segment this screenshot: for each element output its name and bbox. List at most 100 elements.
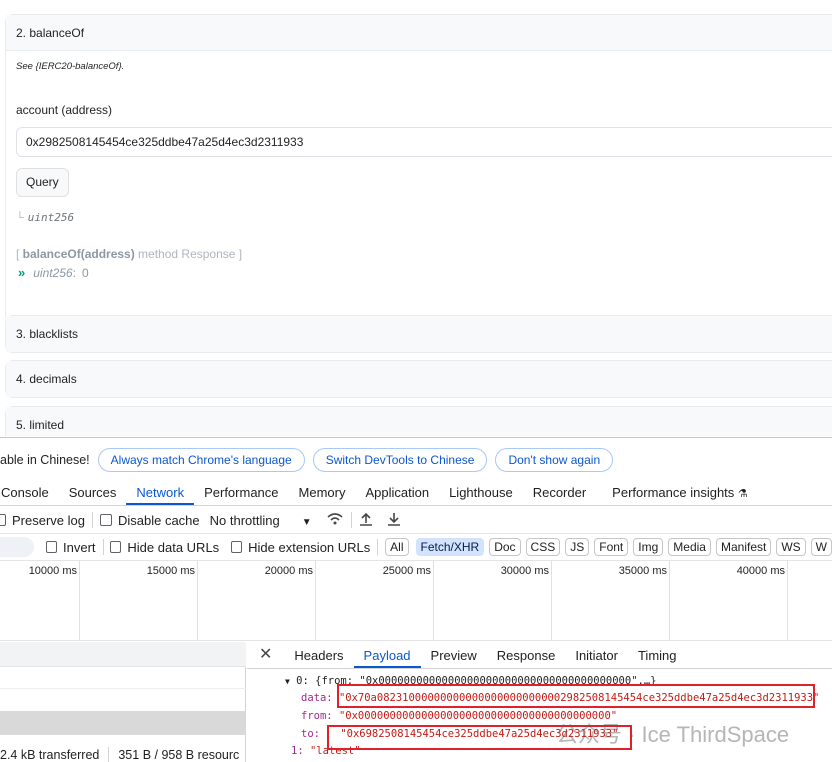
network-summary-bar: 2.4 kB transferred 351 B / 958 B resourc	[0, 746, 246, 762]
tab-payload[interactable]: Payload	[353, 648, 421, 668]
blacklists-card[interactable]: 3. blacklists	[5, 315, 832, 353]
preserve-log-label: Preserve log	[12, 512, 85, 528]
network-toolbar: Preserve log Disable cache No throttling…	[0, 507, 832, 534]
expand-triangle-icon: ▼	[285, 677, 290, 686]
request-row-selected[interactable]	[0, 711, 246, 735]
response-type: uint256	[33, 265, 73, 280]
chip-font[interactable]: Font	[594, 538, 629, 556]
double-chevron-right-icon: »	[18, 265, 26, 280]
disable-cache-checkbox[interactable]	[99, 514, 112, 526]
flask-icon: ⚗	[737, 488, 748, 500]
decimals-card[interactable]: 4. decimals	[5, 360, 832, 398]
response-value-line: » uint256 : 0	[18, 265, 89, 280]
decimals-title: 4. decimals	[16, 372, 77, 386]
tab-memory[interactable]: Memory	[289, 485, 356, 505]
chip-manifest[interactable]: Manifest	[715, 538, 772, 556]
chip-ws[interactable]: WS	[776, 538, 806, 556]
tab-response[interactable]: Response	[487, 648, 566, 668]
divider	[108, 747, 110, 762]
invert-label: Invert	[63, 539, 96, 555]
balanceof-body: See {IERC20-balanceOf}. account (address…	[6, 51, 832, 322]
timeline-tick: 20000 ms	[198, 561, 316, 641]
chip-doc[interactable]: Doc	[489, 538, 521, 556]
tab-performance-insights[interactable]: Performance insights ⚗	[596, 485, 758, 505]
disable-cache-label: Disable cache	[117, 512, 200, 528]
export-har-icon[interactable]	[387, 512, 401, 529]
return-type-label: uint256	[27, 211, 75, 224]
payload-block-key: 1:	[291, 745, 304, 757]
request-list: 2.4 kB transferred 351 B / 958 B resourc	[0, 642, 246, 762]
import-har-icon[interactable]	[359, 512, 373, 529]
network-conditions-icon[interactable]	[326, 512, 344, 529]
query-button[interactable]: Query	[16, 168, 69, 197]
tab-preview[interactable]: Preview	[421, 648, 487, 668]
divider	[91, 512, 93, 528]
tab-recorder[interactable]: Recorder	[523, 485, 596, 505]
chip-media[interactable]: Media	[668, 538, 711, 556]
devtools-tabs: Console Sources Network Performance Memo…	[0, 481, 832, 506]
tab-timing[interactable]: Timing	[628, 648, 687, 668]
payload-data-key: data:	[301, 692, 333, 704]
chip-img[interactable]: Img	[633, 538, 664, 556]
tab-network[interactable]: Network	[126, 485, 195, 505]
response-suffix: method Response ]	[134, 247, 243, 261]
tab-sources[interactable]: Sources	[59, 485, 127, 505]
response-method: balanceOf(address)	[22, 247, 135, 261]
timeline-tick: 10000 ms	[0, 561, 80, 641]
tab-console[interactable]: Console	[0, 485, 59, 505]
hide-data-urls-label: Hide data URLs	[127, 539, 220, 555]
response-value: 0	[81, 265, 89, 280]
hide-extension-urls-checkbox[interactable]	[231, 541, 243, 553]
decimals-header[interactable]: 4. decimals	[6, 361, 832, 397]
throttling-select[interactable]: No throttling ▼	[210, 513, 312, 528]
network-filter-row: Invert Hide data URLs Hide extension URL…	[0, 534, 832, 561]
see-note: See {IERC20-balanceOf}.	[16, 61, 125, 72]
limited-card[interactable]: 5. limited	[5, 406, 832, 436]
limited-header[interactable]: 5. limited	[6, 407, 832, 436]
chip-css[interactable]: CSS	[525, 538, 561, 556]
tab-performance[interactable]: Performance	[194, 485, 288, 505]
hide-extension-urls-label: Hide extension URLs	[248, 539, 371, 555]
payload-to-key: to:	[301, 728, 320, 740]
network-timeline-overview[interactable]: 10000 ms 15000 ms 20000 ms 25000 ms 3000…	[0, 561, 832, 641]
tab-performance-insights-label: Performance insights	[612, 485, 735, 500]
blacklists-title: 3. blacklists	[16, 327, 79, 341]
tab-initiator[interactable]: Initiator	[565, 648, 628, 668]
tab-headers[interactable]: Headers	[284, 648, 353, 668]
balanceof-header[interactable]: 2. balanceOf	[6, 15, 832, 51]
devtools-panel: able in Chinese! Always match Chrome's l…	[0, 437, 832, 762]
request-detail-tabs: ✕ Headers Payload Preview Response Initi…	[247, 642, 832, 669]
payload-from-key: from:	[301, 710, 333, 722]
timeline-tick: 30000 ms	[434, 561, 552, 641]
chip-wasm[interactable]: W	[810, 538, 832, 556]
resources-summary: 351 B / 958 B resourc	[118, 748, 240, 762]
limited-title: 5. limited	[16, 418, 65, 432]
contract-read-panel: 2. balanceOf See {IERC20-balanceOf}. acc…	[0, 0, 832, 436]
balanceof-card: 2. balanceOf See {IERC20-balanceOf}. acc…	[5, 14, 832, 323]
hide-data-urls-checkbox[interactable]	[110, 541, 122, 553]
switch-to-chinese-button[interactable]: Switch DevTools to Chinese	[312, 447, 488, 472]
divider	[102, 539, 104, 555]
response-open: [	[16, 247, 23, 261]
timeline-tick: 35000 ms	[552, 561, 670, 641]
filter-input[interactable]	[0, 537, 35, 557]
dont-show-again-button[interactable]: Don't show again	[495, 447, 614, 472]
chip-js[interactable]: JS	[565, 538, 590, 556]
transferred-summary: 2.4 kB transferred	[0, 748, 100, 762]
timeline-tick: 40000 ms	[670, 561, 788, 641]
dropdown-arrow-icon: ▼	[301, 516, 312, 528]
timeline-tick: 15000 ms	[80, 561, 198, 641]
language-message: able in Chinese!	[0, 452, 90, 467]
chip-fetch-xhr[interactable]: Fetch/XHR	[415, 538, 485, 556]
chip-all[interactable]: All	[385, 538, 409, 556]
close-icon[interactable]: ✕	[247, 644, 284, 668]
blacklists-header[interactable]: 3. blacklists	[6, 316, 832, 352]
divider	[350, 512, 352, 528]
tab-lighthouse[interactable]: Lighthouse	[439, 485, 523, 505]
tab-application[interactable]: Application	[355, 485, 439, 505]
request-row[interactable]	[0, 667, 246, 689]
account-address-input[interactable]: 0x2982508145454ce325ddbe47a25d4ec3d23119…	[16, 127, 832, 157]
invert-checkbox[interactable]	[46, 541, 58, 553]
preserve-log-checkbox[interactable]	[0, 514, 6, 526]
always-match-language-button[interactable]: Always match Chrome's language	[97, 447, 305, 472]
